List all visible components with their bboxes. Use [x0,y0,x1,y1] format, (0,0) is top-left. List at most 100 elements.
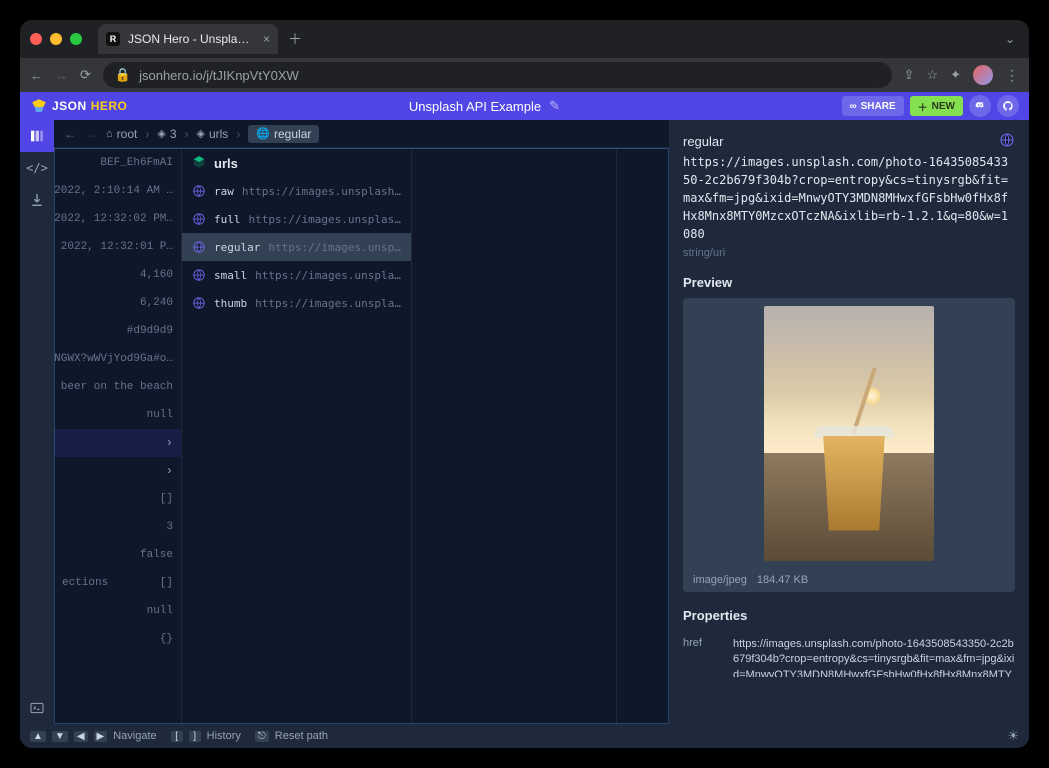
terminal-button[interactable] [20,692,54,724]
columns-icon [29,128,45,144]
url-row-thumb[interactable]: thumb https://images.unsplash.com/… [182,289,411,317]
list-item[interactable]: 0, 2022, 2:10:14 AM … [54,177,181,205]
plus-icon: ＋ [918,99,928,114]
bracket-left-icon: [ [171,731,183,742]
discord-icon [974,100,986,112]
nav-back-icon[interactable]: ← [30,68,43,83]
preview-image[interactable] [683,298,1015,568]
details-type: string/uri [683,247,1015,259]
app-header: JSONHERO Unsplash API Example ✎ ∞ SHARE … [20,92,1029,120]
list-item[interactable]: › [54,429,181,457]
reset-path-hint[interactable]: ⎋ Reset path [255,730,328,742]
address-bar[interactable]: 🔒 jsonhero.io/j/tJIKnpVtY0XW [103,62,892,88]
globe-icon [192,296,206,310]
list-item[interactable]: › [54,457,181,485]
globe-icon [999,132,1015,148]
url-row-raw[interactable]: raw https://images.unsplash.com/ph… [182,177,411,205]
globe-icon: 🌐 [256,127,270,140]
download-icon [29,192,45,208]
traffic-lights [30,33,82,45]
globe-icon [192,240,206,254]
list-item[interactable]: {} [54,625,181,653]
share-icon[interactable]: ⇪ [904,67,915,83]
navigate-hint: ▲ ▼ ◀ ▶ Navigate [30,730,157,742]
app-body: </> ← → ⌂ root › [20,120,1029,724]
list-item[interactable]: 6,240 [54,289,181,317]
breadcrumb: ← → ⌂ root › ◈ 3 › ◈ urls › [54,120,669,148]
bc-index[interactable]: ◈ 3 [157,127,176,141]
bookmark-icon[interactable]: ☆ [926,67,938,83]
details-panel: regular https://images.unsplash.com/phot… [669,120,1029,724]
json-view-button[interactable]: </> [20,152,54,184]
list-item[interactable]: 3 [54,513,181,541]
list-item[interactable]: 1, 2022, 12:32:01 P… [54,233,181,261]
extensions-icon[interactable]: ✦ [950,67,961,83]
list-item[interactable]: [] [54,485,181,513]
details-url[interactable]: https://images.unsplash.com/photo-164350… [683,153,1015,243]
github-icon [1002,100,1014,112]
list-item[interactable]: 7jYNGWX?wWVjYod9Ga#o… [54,345,181,373]
preview-size: 184.47 KB [757,574,808,586]
window-close-icon[interactable] [30,33,42,45]
tree-view-button[interactable] [20,184,54,216]
browser-menu-icon[interactable]: ⋮ [1005,67,1019,84]
window-minimize-icon[interactable] [50,33,62,45]
urls-column: urls raw https://images.unsplash.com/ph…… [182,149,412,724]
url-row-regular[interactable]: regular https://images.unsplash.com… [182,233,411,261]
center-area: ← → ⌂ root › ◈ 3 › ◈ urls › [54,120,669,724]
new-tab-button[interactable]: ＋ [288,29,302,49]
list-item[interactable]: old beer on the beach [54,373,181,401]
list-item[interactable]: null [54,597,181,625]
chevron-right-icon: › [166,436,173,450]
preview-heading: Preview [683,275,1015,290]
list-item[interactable]: false [54,541,181,569]
bc-forward-icon[interactable]: → [86,127,98,141]
bc-root[interactable]: ⌂ root [106,127,137,141]
status-bar: ▲ ▼ ◀ ▶ Navigate [ ] History ⎋ Reset pat… [20,724,1029,748]
theme-toggle-button[interactable]: ☀︎ [1007,728,1019,744]
url-row-full[interactable]: full https://images.unsplash.com/ph… [182,205,411,233]
discord-button[interactable] [969,95,991,117]
bc-urls[interactable]: ◈ urls [197,127,229,141]
bc-regular[interactable]: 🌐 regular [248,125,319,143]
list-item[interactable]: ections[] [54,569,181,597]
document-title: Unsplash API Example [409,99,541,114]
browser-tab[interactable]: R JSON Hero - Unsplash API Ex × [98,24,278,54]
list-item[interactable]: 1, 2022, 12:32:02 PM… [54,205,181,233]
app-logo[interactable]: JSONHERO [30,97,127,115]
property-value[interactable]: https://images.unsplash.com/photo-164350… [733,637,1015,677]
property-key: href [683,637,723,649]
list-item[interactable]: #d9d9d9 [54,317,181,345]
globe-icon [192,268,206,282]
github-button[interactable] [997,95,1019,117]
share-link-icon: ∞ [850,101,857,112]
list-item[interactable]: null [54,401,181,429]
globe-icon [192,212,206,226]
browser-urlbar: ← → ⟳ 🔒 jsonhero.io/j/tJIKnpVtY0XW ⇪ ☆ ✦… [20,58,1029,92]
list-item[interactable]: 4,160 [54,261,181,289]
address-text: jsonhero.io/j/tJIKnpVtY0XW [139,68,299,83]
home-icon: ⌂ [106,128,113,140]
share-button[interactable]: ∞ SHARE [842,96,904,116]
nav-forward-icon[interactable]: → [55,68,68,83]
new-button[interactable]: ＋ NEW [910,96,963,116]
column-view-button[interactable] [20,120,54,152]
open-url-button[interactable] [999,132,1015,151]
bc-back-icon[interactable]: ← [64,127,76,141]
columns: BEF_Eh6FmAI 0, 2022, 2:10:14 AM … 1, 202… [54,148,669,724]
arrow-left-icon: ◀ [74,731,88,742]
edit-title-icon[interactable]: ✎ [549,98,560,114]
object-icon: ◈ [197,127,205,140]
globe-icon [192,184,206,198]
arrow-down-icon: ▼ [52,731,68,742]
list-item[interactable]: BEF_Eh6FmAI [54,149,181,177]
window-zoom-icon[interactable] [70,33,82,45]
tab-close-icon[interactable]: × [263,32,270,46]
tab-overflow-icon[interactable]: ⌄ [1005,32,1015,46]
view-rail: </> [20,120,54,724]
url-row-small[interactable]: small https://images.unsplash.com/p… [182,261,411,289]
nav-reload-icon[interactable]: ⟳ [80,67,91,83]
bc-sep-icon: › [185,127,189,141]
chevron-right-icon: › [166,464,173,478]
profile-avatar[interactable] [973,65,993,85]
